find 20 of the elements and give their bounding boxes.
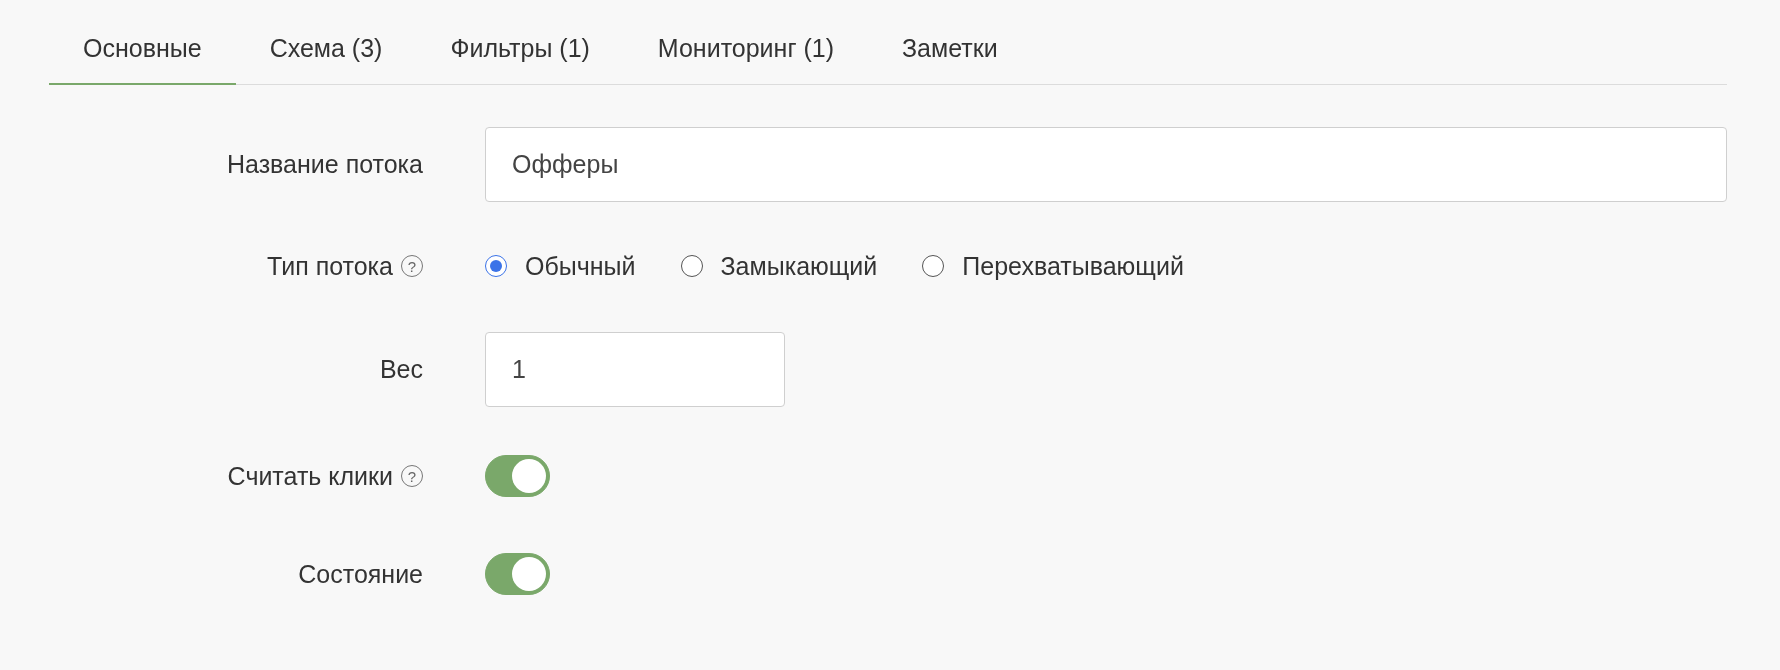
- field-label: Название потока: [226, 150, 423, 179]
- field-label: Тип потока: [267, 251, 393, 281]
- field-label: Вес: [379, 355, 423, 384]
- field-label: Считать клики: [227, 461, 393, 491]
- weight-field[interactable]: 1: [485, 332, 785, 407]
- radio-label: Замыкающий: [720, 251, 878, 281]
- toggle-switch[interactable]: [485, 553, 550, 595]
- field-label: Состояние: [298, 559, 423, 589]
- tab[interactable]: Заметки: [868, 20, 1032, 85]
- tab[interactable]: Основные: [49, 20, 236, 85]
- radio-label: Перехватывающий: [962, 251, 1184, 281]
- tab[interactable]: Мониторинг (1): [623, 20, 868, 85]
- name-field[interactable]: Офферы: [485, 127, 1727, 202]
- tab[interactable]: Фильтры (1): [416, 20, 624, 85]
- tab[interactable]: Схема (3): [235, 20, 417, 85]
- toggle-switch[interactable]: [485, 455, 550, 497]
- radio-label: Обычный: [525, 251, 636, 281]
- radio-button[interactable]: [922, 255, 945, 277]
- radio-button[interactable]: [485, 255, 507, 277]
- radio-button[interactable]: [680, 255, 703, 277]
